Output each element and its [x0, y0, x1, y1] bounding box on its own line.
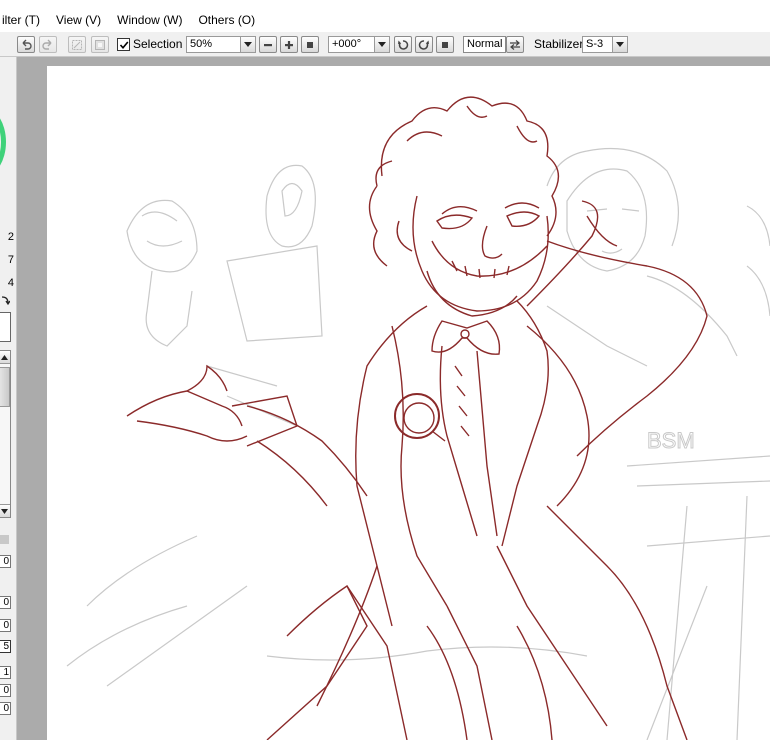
menu-window[interactable]: Window (W) — [109, 8, 190, 32]
menu-filter[interactable]: ilter (T) — [0, 8, 48, 32]
deselect-button[interactable] — [68, 36, 86, 53]
param-field[interactable]: 5 — [0, 640, 11, 653]
param-field[interactable]: 0 — [0, 619, 11, 632]
menu-bar: ilter (T) View (V) Window (W) Others (O) — [0, 8, 770, 32]
invert-selection-icon — [95, 39, 105, 50]
grey-swatch — [0, 535, 9, 544]
zoom-reset-button[interactable] — [301, 36, 319, 53]
minus-icon — [264, 43, 272, 46]
redo-icon — [42, 39, 52, 50]
sketch-text: BSM — [647, 428, 695, 453]
rotation-reset-button[interactable] — [436, 36, 454, 53]
toolbar: Selection 50% +000° Normal Stabilizer S-… — [0, 32, 770, 57]
chevron-down-icon[interactable] — [374, 37, 389, 52]
sketch-artwork: BSM — [66, 96, 770, 740]
panel-value: 2 — [7, 231, 14, 243]
rotate-left-icon — [398, 39, 409, 50]
swap-arrow-icon[interactable] — [0, 295, 10, 307]
rotate-right-button[interactable] — [415, 36, 433, 53]
deselect-icon — [72, 39, 82, 50]
zoom-value: 50% — [190, 38, 213, 50]
zoom-in-button[interactable] — [280, 36, 298, 53]
layer-scrollbar[interactable] — [0, 350, 11, 518]
rotate-left-button[interactable] — [394, 36, 412, 53]
selection-label: Selection — [133, 37, 183, 51]
selection-checkbox[interactable] — [117, 38, 130, 51]
color-wheel[interactable] — [0, 107, 6, 177]
plus-icon — [285, 40, 293, 49]
rotation-value: +000° — [332, 38, 362, 50]
redo-button[interactable] — [39, 36, 57, 53]
panel-value: 7 — [7, 254, 14, 266]
color-swatch[interactable] — [0, 312, 11, 342]
scroll-thumb[interactable] — [0, 367, 10, 407]
chevron-down-icon[interactable] — [612, 37, 627, 52]
flip-horizontal-icon — [510, 39, 520, 50]
zoom-select[interactable]: 50% — [186, 36, 256, 53]
param-field[interactable]: 1 — [0, 666, 11, 679]
stabilizer-value: S-3 — [586, 38, 604, 50]
rotate-right-icon — [418, 39, 429, 50]
stabilizer-label: Stabilizer — [534, 37, 584, 51]
square-icon — [307, 41, 313, 48]
chevron-down-icon[interactable] — [240, 37, 255, 52]
rotation-select[interactable]: +000° — [328, 36, 390, 53]
zoom-out-button[interactable] — [259, 36, 277, 53]
param-field[interactable]: 0 — [0, 684, 11, 697]
menu-others[interactable]: Others (O) — [190, 8, 263, 32]
square-icon — [442, 41, 448, 48]
undo-button[interactable] — [17, 36, 35, 53]
param-field[interactable]: 0 — [0, 596, 11, 609]
selection-toggle[interactable]: Selection — [117, 36, 182, 53]
invert-selection-button[interactable] — [91, 36, 109, 53]
undo-icon — [22, 39, 32, 50]
stabilizer-select[interactable]: S-3 — [582, 36, 628, 53]
left-panel: 2 7 4 0 0 0 5 1 0 0 — [0, 57, 17, 740]
drawing-canvas[interactable]: BSM — [47, 66, 770, 740]
panel-value: 4 — [7, 277, 14, 289]
scroll-down-icon[interactable] — [0, 504, 10, 517]
flip-horizontal-button[interactable] — [506, 36, 524, 53]
checkmark-icon — [119, 40, 128, 49]
blend-mode-button[interactable]: Normal — [463, 36, 507, 53]
param-field[interactable]: 0 — [0, 555, 11, 568]
canvas-area[interactable]: BSM — [17, 57, 770, 740]
param-field[interactable]: 0 — [0, 702, 11, 715]
scroll-up-icon[interactable] — [0, 351, 10, 364]
menu-view[interactable]: View (V) — [48, 8, 109, 32]
